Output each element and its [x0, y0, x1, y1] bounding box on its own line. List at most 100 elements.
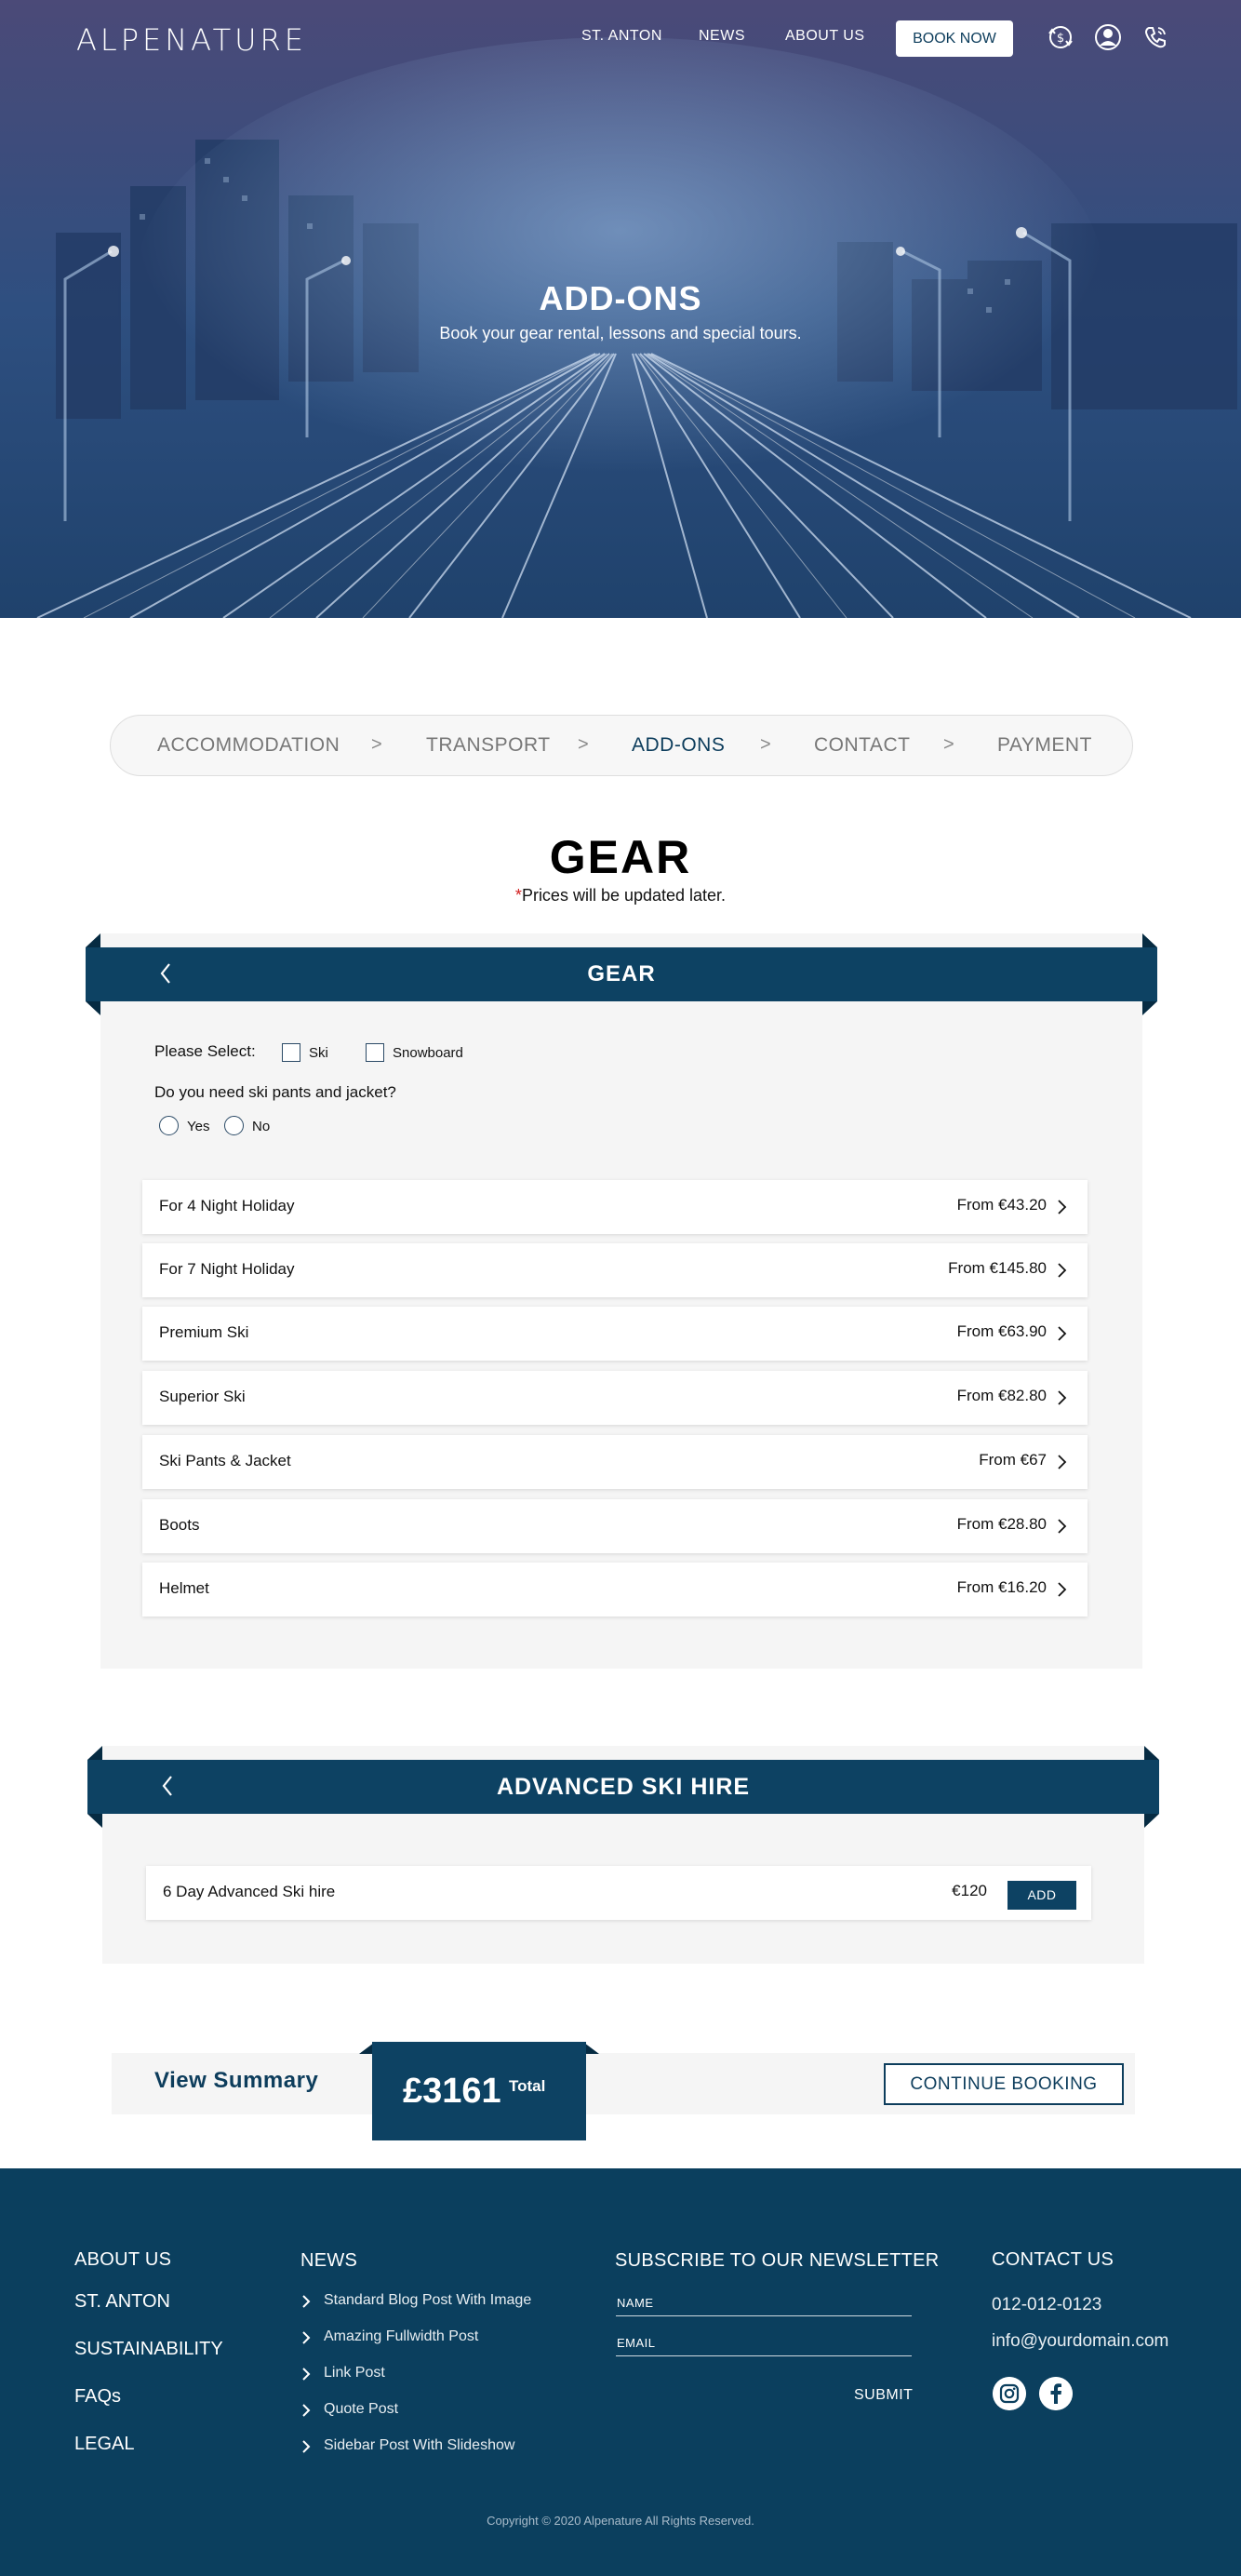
add-button[interactable]: ADD: [1007, 1881, 1076, 1910]
newsletter-email-input[interactable]: EMAIL: [617, 2336, 656, 2350]
required-asterisk: *: [514, 886, 522, 905]
yes-radio-label: Yes: [187, 1119, 210, 1134]
hero-subtitle: Book your gear rental, lessons and speci…: [439, 324, 802, 342]
site-logo[interactable]: ALPENATURE: [76, 22, 307, 58]
chevron-right-icon: [302, 2331, 311, 2344]
advanced-item-price: €120: [952, 1882, 987, 1899]
footer-news-link[interactable]: Quote Post: [324, 2401, 398, 2418]
total-badge-fold-right: [584, 2042, 599, 2054]
gear-item-price: From €16.20: [956, 1578, 1047, 1596]
snowboard-checkbox-label: Snowboard: [393, 1045, 463, 1061]
ski-pants-question: Do you need ski pants and jacket?: [154, 1083, 396, 1101]
contact-phone[interactable]: 012-012-0123: [992, 2295, 1101, 2315]
gear-card-header: GEAR: [86, 947, 1157, 1001]
chevron-left-icon[interactable]: [156, 960, 175, 986]
chevron-right-icon[interactable]: [1056, 1581, 1067, 1598]
email-input-underline: [616, 2355, 912, 2356]
footer-news-link[interactable]: Amazing Fullwidth Post: [324, 2328, 478, 2345]
gear-item-row[interactable]: Premium Ski From €63.90: [142, 1307, 1088, 1361]
step-payment[interactable]: PAYMENT: [997, 734, 1092, 757]
nav-st-anton[interactable]: ST. ANTON: [581, 28, 662, 45]
gear-item-row[interactable]: Ski Pants & Jacket From €67: [142, 1435, 1088, 1489]
hero-banner: ALPENATURE ST. ANTON NEWS ABOUT US BOOK …: [0, 0, 1241, 618]
chevron-right-icon[interactable]: [1056, 1262, 1067, 1279]
step-transport[interactable]: TRANSPORT: [426, 734, 551, 757]
advanced-item-row: 6 Day Advanced Ski hire €120 ADD: [146, 1866, 1091, 1920]
nav-about-us[interactable]: ABOUT US: [785, 28, 865, 45]
gear-item-name: For 7 Night Holiday: [159, 1260, 295, 1278]
price-note-text: Prices will be updated later.: [521, 886, 727, 905]
gear-card-title: GEAR: [587, 961, 656, 986]
step-contact[interactable]: CONTACT: [814, 734, 910, 757]
footer-news-heading[interactable]: NEWS: [300, 2250, 357, 2272]
chevron-right-icon[interactable]: [1056, 1518, 1067, 1535]
gear-item-price: From €145.80: [948, 1259, 1047, 1277]
gear-item-name: For 4 Night Holiday: [159, 1197, 295, 1214]
gear-item-name: Premium Ski: [159, 1323, 249, 1341]
continue-booking-button[interactable]: CONTINUE BOOKING: [884, 2063, 1124, 2105]
newsletter-name-input[interactable]: NAME: [617, 2296, 654, 2310]
gear-card: [100, 933, 1142, 1669]
ski-checkbox[interactable]: [282, 1043, 300, 1062]
footer-news-link[interactable]: Sidebar Post With Slideshow: [324, 2437, 514, 2454]
footer-link-sustainability[interactable]: SUSTAINABILITY: [74, 2339, 223, 2360]
chevron-right-icon: [302, 2404, 311, 2417]
contact-email[interactable]: info@yourdomain.com: [992, 2331, 1168, 2352]
chevron-right-icon[interactable]: [1056, 1199, 1067, 1215]
chevron-right-icon: [302, 2368, 311, 2381]
section-title: GEAR: [549, 831, 692, 883]
book-now-button[interactable]: BOOK NOW: [896, 20, 1013, 57]
svg-text:$: $: [1057, 32, 1064, 46]
gear-item-price: From €63.90: [956, 1322, 1047, 1340]
gear-item-row[interactable]: Superior Ski From €82.80: [142, 1371, 1088, 1425]
chevron-left-icon[interactable]: [158, 1773, 177, 1799]
chevron-right-icon[interactable]: [1056, 1325, 1067, 1342]
gear-item-row[interactable]: Helmet From €16.20: [142, 1563, 1088, 1617]
footer-link-st-anton[interactable]: ST. ANTON: [74, 2291, 170, 2313]
advanced-item-name: 6 Day Advanced Ski hire: [163, 1883, 336, 1900]
chevron-right-icon: [302, 2295, 311, 2308]
total-label: Total: [509, 2077, 546, 2095]
step-separator: >: [943, 734, 954, 755]
gear-item-row[interactable]: Boots From €28.80: [142, 1499, 1088, 1553]
step-accommodation[interactable]: ACCOMMODATION: [157, 734, 340, 757]
currency-exchange-icon[interactable]: $: [1046, 22, 1075, 52]
gear-item-row[interactable]: For 7 Night Holiday From €145.80: [142, 1243, 1088, 1297]
gear-item-name: Boots: [159, 1516, 200, 1534]
footer-link-faqs[interactable]: FAQs: [74, 2386, 121, 2408]
gear-item-name: Ski Pants & Jacket: [159, 1452, 291, 1469]
name-input-underline: [616, 2315, 912, 2316]
gear-item-name: Superior Ski: [159, 1388, 246, 1405]
advanced-card-header: ADVANCED SKI HIRE: [87, 1760, 1159, 1814]
yes-radio[interactable]: [159, 1116, 179, 1135]
instagram-icon[interactable]: [993, 2377, 1026, 2410]
step-add-ons[interactable]: ADD-ONS: [632, 734, 725, 757]
hero-title: ADD-ONS: [539, 279, 702, 317]
view-summary-link[interactable]: View Summary: [154, 2068, 318, 2094]
step-separator: >: [371, 734, 382, 755]
booking-steps: ACCOMMODATION > TRANSPORT > ADD-ONS > CO…: [110, 715, 1133, 776]
step-separator: >: [578, 734, 589, 755]
footer-news-link[interactable]: Standard Blog Post With Image: [324, 2292, 531, 2309]
nav-news[interactable]: NEWS: [699, 28, 745, 45]
newsletter-submit-button[interactable]: SUBMIT: [854, 2387, 913, 2404]
gear-item-name: Helmet: [159, 1579, 209, 1597]
chevron-right-icon: [302, 2440, 311, 2453]
chevron-right-icon[interactable]: [1056, 1454, 1067, 1470]
gear-item-row[interactable]: For 4 Night Holiday From €43.20: [142, 1180, 1088, 1234]
total-box: £3161 Total: [372, 2042, 586, 2140]
user-icon[interactable]: [1093, 22, 1123, 52]
no-radio[interactable]: [224, 1116, 244, 1135]
please-select-label: Please Select:: [154, 1042, 256, 1060]
footer-about-us-heading[interactable]: ABOUT US: [74, 2249, 171, 2271]
snowboard-checkbox[interactable]: [366, 1043, 384, 1062]
facebook-icon[interactable]: [1039, 2377, 1073, 2410]
newsletter-heading: SUBSCRIBE TO OUR NEWSLETTER: [615, 2250, 940, 2271]
footer-link-legal[interactable]: LEGAL: [74, 2434, 134, 2455]
chevron-right-icon[interactable]: [1056, 1389, 1067, 1406]
footer-news-link[interactable]: Link Post: [324, 2365, 385, 2381]
advanced-card-title: ADVANCED SKI HIRE: [496, 1774, 751, 1800]
total-amount: £3161: [403, 2072, 501, 2111]
gear-item-price: From €43.20: [956, 1196, 1047, 1214]
phone-icon[interactable]: [1141, 22, 1170, 52]
